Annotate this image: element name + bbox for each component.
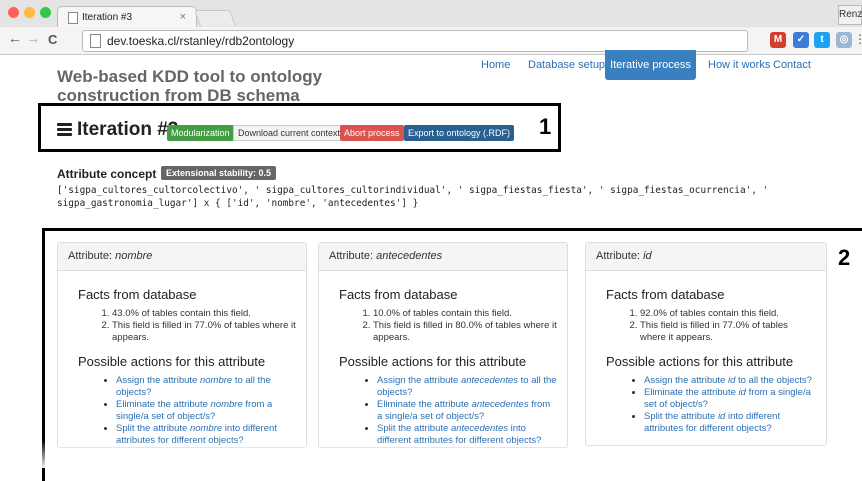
facts-title: Facts from database xyxy=(78,287,197,302)
page-icon xyxy=(68,12,78,24)
nav-home[interactable]: Home xyxy=(481,59,510,71)
url-text: dev.toeska.cl/rstanley/rdb2ontology xyxy=(107,34,295,48)
fact-item: This field is filled in 80.0% of tables … xyxy=(373,320,557,344)
fact-item: 92.0% of tables contain this field. xyxy=(640,308,816,320)
attribute-panel-nombre: Attribute: nombre Facts from database 43… xyxy=(57,242,307,448)
fact-item: 10.0% of tables contain this field. xyxy=(373,308,557,320)
twitter-icon[interactable]: t xyxy=(814,32,830,48)
nav-contact[interactable]: Contact xyxy=(773,59,811,71)
facts-title: Facts from database xyxy=(339,287,458,302)
facts-title: Facts from database xyxy=(606,287,725,302)
action-assign[interactable]: Assign the attribute nombre to all the o… xyxy=(116,375,296,399)
extension-icon[interactable]: ✓ xyxy=(793,32,809,48)
attribute-panel-antecedentes: Attribute: antecedentes Facts from datab… xyxy=(318,242,568,448)
site-title: Web-based KDD tool to ontology construct… xyxy=(57,67,323,105)
facts-list: 92.0% of tables contain this field. This… xyxy=(606,308,816,344)
panel-heading: Attribute: id xyxy=(586,243,826,271)
menu-icon[interactable]: ⋮ xyxy=(854,32,862,46)
action-assign[interactable]: Assign the attribute id to all the objec… xyxy=(644,375,816,387)
iteration-title: Iteration #3 xyxy=(77,119,179,140)
actions-title: Possible actions for this attribute xyxy=(606,354,794,369)
nav-database-setup[interactable]: Database setup xyxy=(528,59,605,71)
tasks-icon xyxy=(57,123,72,137)
attribute-name: antecedentes xyxy=(376,250,443,262)
close-window-button[interactable] xyxy=(8,7,19,18)
fact-item: This field is filled in 77.0% of tables … xyxy=(640,320,816,344)
attribute-panel-id: Attribute: id Facts from database 92.0% … xyxy=(585,242,827,446)
modularization-badge: Modularization xyxy=(167,125,234,141)
concept-code: ['sigpa_cultores_cultorcolectivo', ' sig… xyxy=(57,185,769,209)
browser-toolbar: ← → C dev.toeska.cl/rstanley/rdb2ontolog… xyxy=(0,27,862,55)
gmail-icon[interactable]: M xyxy=(770,32,786,48)
bottom-fade xyxy=(0,440,862,468)
action-eliminate[interactable]: Eliminate the attribute nombre from a si… xyxy=(116,399,296,423)
nav-iterative-process[interactable]: Iterative process xyxy=(605,50,696,80)
action-eliminate[interactable]: Eliminate the attribute antecedentes fro… xyxy=(377,399,557,423)
actions-title: Possible actions for this attribute xyxy=(339,354,527,369)
nav-how-it-works[interactable]: How it works xyxy=(708,59,770,71)
facts-list: 10.0% of tables contain this field. This… xyxy=(339,308,557,344)
profile-button[interactable]: Renz xyxy=(838,5,862,25)
address-bar[interactable]: dev.toeska.cl/rstanley/rdb2ontology xyxy=(82,30,748,52)
actions-list: Assign the attribute antecedentes to all… xyxy=(339,375,557,447)
panel-heading: Attribute: nombre xyxy=(58,243,306,271)
browser-tab[interactable]: Iteration #3 × xyxy=(57,6,197,28)
new-tab-button[interactable] xyxy=(194,10,236,26)
fact-item: 43.0% of tables contain this field. xyxy=(112,308,296,320)
camera-icon[interactable]: ◎ xyxy=(836,32,852,48)
attribute-name: id xyxy=(643,250,652,262)
abort-process-button[interactable]: Abort process xyxy=(340,125,404,141)
minimize-window-button[interactable] xyxy=(24,7,35,18)
actions-list: Assign the attribute nombre to all the o… xyxy=(78,375,296,447)
reload-icon[interactable]: C xyxy=(48,32,57,47)
tab-close-icon[interactable]: × xyxy=(180,7,186,28)
attribute-concept-label: Attribute concept xyxy=(57,167,157,181)
browser-tab-bar: Iteration #3 × Renz xyxy=(0,0,862,28)
maximize-window-button[interactable] xyxy=(40,7,51,18)
callout-number-1: 1 xyxy=(539,114,552,139)
export-rdf-button[interactable]: Export to ontology (.RDF) xyxy=(404,125,515,141)
panel-heading: Attribute: antecedentes xyxy=(319,243,567,271)
action-split[interactable]: Split the attribute id into different at… xyxy=(644,411,816,435)
callout-number-2: 2 xyxy=(838,245,851,270)
actions-title: Possible actions for this attribute xyxy=(78,354,266,369)
facts-list: 43.0% of tables contain this field. This… xyxy=(78,308,296,344)
forward-icon[interactable]: → xyxy=(26,30,40,46)
attribute-name: nombre xyxy=(115,250,153,262)
download-context-button[interactable]: Download current context xyxy=(233,125,346,141)
actions-list: Assign the attribute id to all the objec… xyxy=(606,375,816,435)
stability-badge: Extensional stability: 0.5 xyxy=(161,166,277,180)
action-assign[interactable]: Assign the attribute antecedentes to all… xyxy=(377,375,557,399)
tab-title: Iteration #3 xyxy=(82,12,133,23)
back-icon[interactable]: ← xyxy=(8,30,22,46)
page-icon xyxy=(90,34,101,48)
fact-item: This field is filled in 77.0% of tables … xyxy=(112,320,296,344)
action-eliminate[interactable]: Eliminate the attribute id from a single… xyxy=(644,387,816,411)
